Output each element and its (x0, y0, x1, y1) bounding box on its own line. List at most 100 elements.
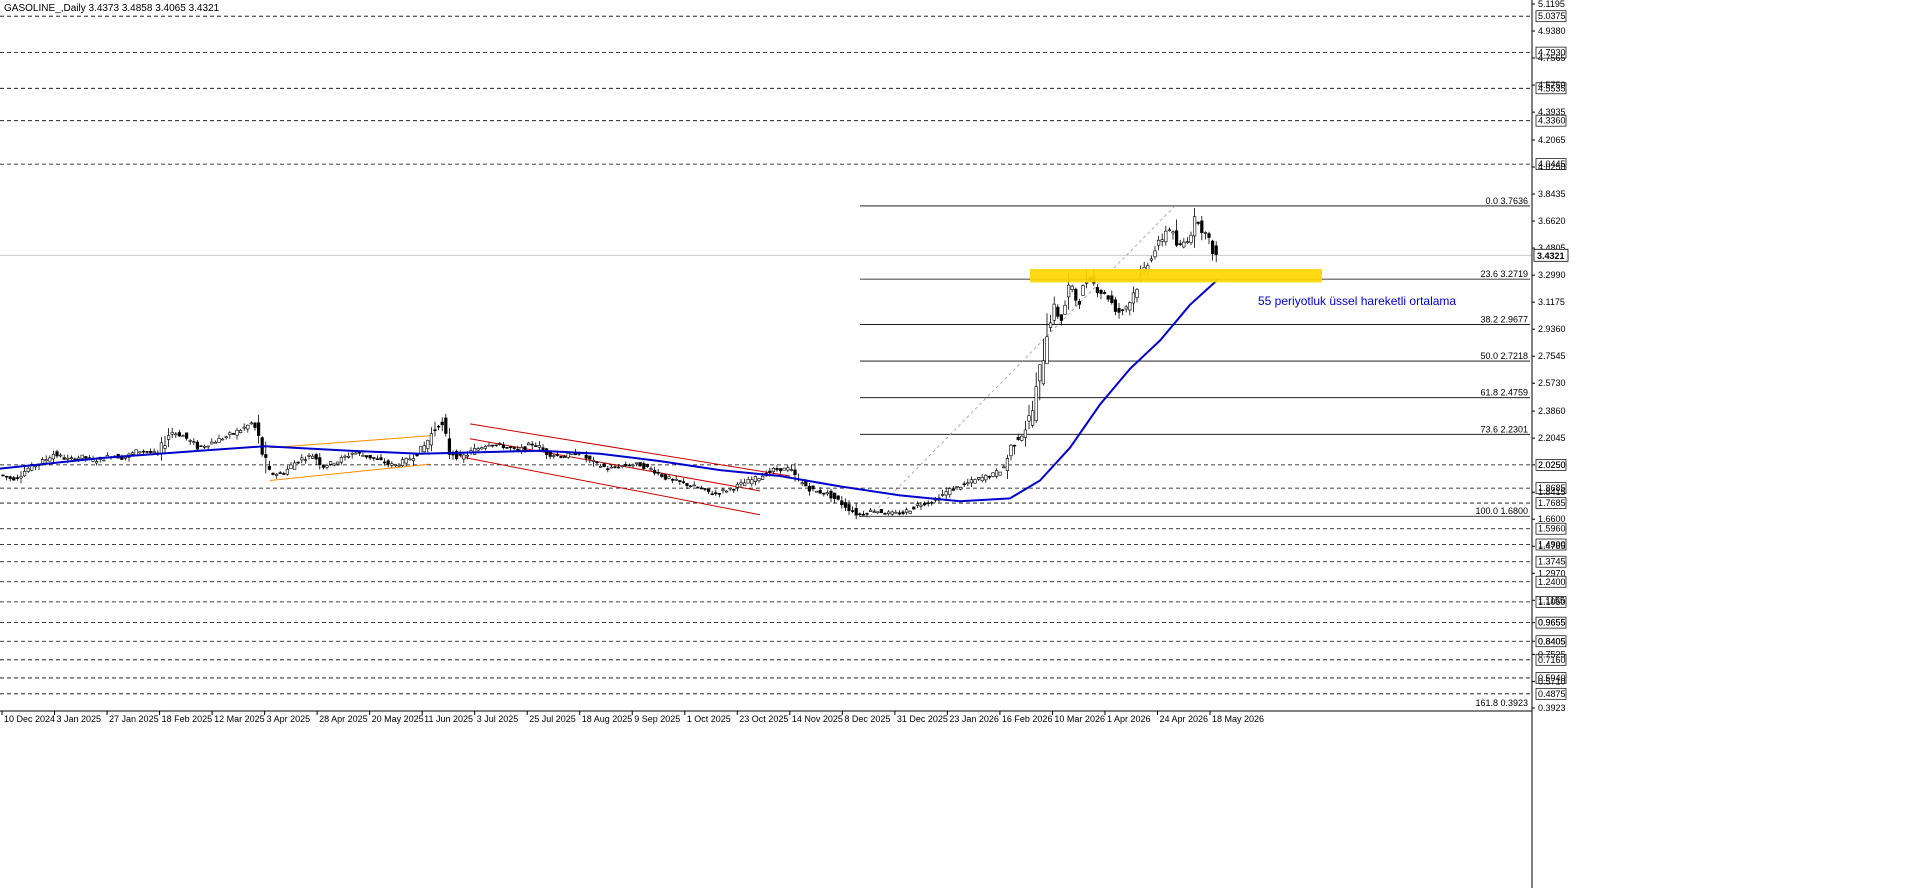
candle-body (267, 465, 272, 470)
date-label: 11 Jun 2025 (424, 714, 473, 724)
candle-body (645, 463, 649, 467)
date-label: 16 Feb 2026 (1002, 714, 1053, 724)
candle-body (714, 492, 718, 494)
candle-body (476, 448, 480, 451)
price-tick-label: 1.6600 (1538, 514, 1566, 524)
date-label: 8 Dec 2025 (844, 714, 890, 724)
candle-body (167, 435, 171, 440)
candle-body (534, 445, 538, 447)
support-zone-rect (1030, 269, 1322, 283)
candle-body (1016, 437, 1020, 440)
candle-body (1059, 314, 1063, 321)
candle-body (879, 509, 883, 514)
date-label: 1 Apr 2026 (1107, 714, 1151, 724)
candle-body (940, 494, 945, 496)
candle-body (656, 472, 660, 474)
candle-body (555, 454, 559, 456)
candle-body (390, 463, 394, 466)
candle-body (1103, 292, 1107, 294)
candle-body (15, 477, 20, 479)
candle-body (649, 468, 653, 470)
candle-body (1193, 216, 1197, 237)
candle-body (62, 457, 66, 460)
ema-annotation: 55 periyotluk üssel hareketli ortalama (1258, 294, 1456, 308)
date-label: 23 Oct 2025 (739, 714, 788, 724)
candle-body (775, 468, 779, 471)
candle-body (206, 445, 210, 448)
price-tick-label: 4.0250 (1538, 162, 1566, 172)
candle-body (976, 477, 981, 480)
candle-body (688, 485, 693, 488)
candle-body (566, 452, 570, 458)
candle-body (51, 453, 55, 460)
candle-body (336, 461, 340, 465)
candle-body (627, 464, 631, 467)
candle-body (836, 495, 840, 500)
price-chart[interactable]: 0.0 3.7636 23.6 3.2719 38.2 2.9677 50.0 2.7… (0, 0, 1916, 888)
candle-body (699, 487, 703, 490)
candle-body (660, 474, 664, 477)
candle-body (897, 512, 901, 515)
candle-body (588, 455, 592, 460)
candle-body (955, 486, 959, 488)
chart-background (0, 0, 1916, 888)
candle-body (886, 511, 891, 515)
candle-body (1207, 233, 1211, 238)
candle-body (710, 493, 714, 496)
price-tick-label: 2.7545 (1538, 351, 1566, 361)
candle-body (217, 438, 221, 443)
candle-body (382, 461, 387, 464)
candle-body (771, 468, 775, 472)
date-label: 28 Apr 2025 (319, 714, 368, 724)
candle-body (332, 463, 336, 466)
price-tick-label: 4.7565 (1538, 53, 1566, 63)
candle-body (717, 493, 721, 495)
candle-body (1185, 241, 1189, 243)
date-label: 10 Dec 2024 (4, 714, 55, 724)
date-label: 24 Apr 2026 (1159, 714, 1208, 724)
candle-body (753, 476, 757, 482)
price-tick-label: 0.8405 (1538, 636, 1566, 646)
candle-body (1211, 240, 1215, 254)
current-price-label: 3.4321 (1537, 251, 1565, 261)
candle-body (829, 490, 833, 499)
price-tick-label: 0.5710 (1538, 676, 1566, 686)
candle-body (757, 478, 761, 481)
candle-body (782, 467, 786, 471)
date-label: 3 Jul 2025 (477, 714, 519, 724)
candle-body (721, 489, 725, 491)
candle-body (149, 451, 153, 453)
candle-body (973, 479, 977, 484)
candle-body (858, 513, 862, 516)
candle-body (346, 456, 351, 458)
candle-body (908, 510, 912, 514)
candle-body (5, 475, 9, 478)
candle-body (1128, 302, 1132, 311)
candle-body (422, 445, 426, 453)
candle-body (185, 432, 189, 439)
candle-body (1081, 285, 1085, 296)
date-label: 12 Mar 2025 (214, 714, 265, 724)
candle-body (1052, 303, 1056, 321)
candle-body (325, 465, 329, 468)
candle-body (48, 457, 52, 462)
candle-body (490, 444, 495, 447)
candle-body (8, 476, 12, 479)
candle-body (289, 464, 293, 469)
candle-body (429, 433, 434, 446)
candle-body (552, 455, 556, 457)
date-label: 9 Sep 2025 (634, 714, 680, 724)
candle-body (505, 447, 509, 449)
fib-level-label: 23.6 3.2719 (1480, 269, 1528, 279)
candle-body (814, 490, 819, 493)
date-label: 18 May 2026 (1212, 714, 1264, 724)
candle-body (343, 455, 347, 458)
candle-body (606, 468, 610, 470)
date-label: 14 Nov 2025 (792, 714, 843, 724)
candle-body (372, 457, 376, 459)
candle-body (591, 459, 595, 462)
candle-body (602, 463, 606, 467)
candle-body (1074, 288, 1078, 301)
candle-body (231, 433, 236, 435)
candle-body (1124, 306, 1128, 310)
